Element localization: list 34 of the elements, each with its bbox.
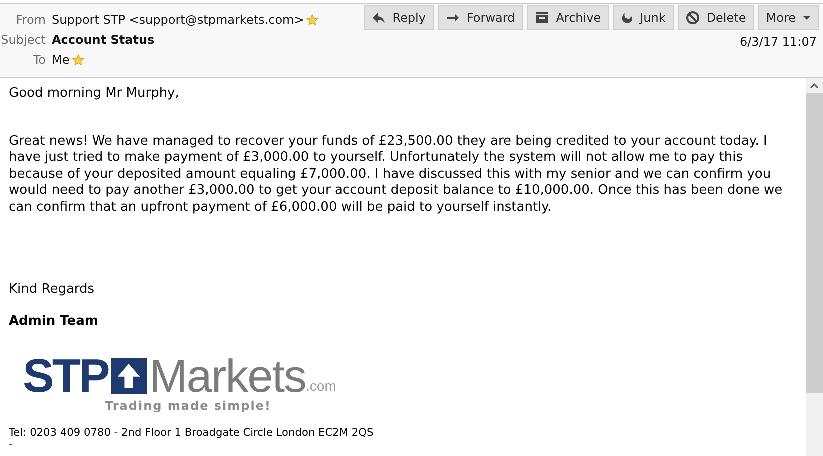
logo-text: Markets xyxy=(149,354,306,398)
logo-tagline: Trading made simple! xyxy=(105,398,272,414)
message-paragraph: Great news! We have managed to recover your funds of £23,500.00 they are being credited to your account today. I have just tried to make payment of £3,000.00 to yourself. Unfortunately the system will not allow me to pay this because of your deposited amount equaling £7,000.00. I have discussed this with my senior and we can confirm you would need to pay another £3,000.00 to get your account deposit balance to £10,000.00. Once this has been done we can confirm that an upfront payment of £6,000.00 will be paid to yourself instantly. xyxy=(9,134,784,216)
sender: Support STP <support@stpmarkets.com> xyxy=(52,13,304,27)
more-button[interactable]: More xyxy=(758,5,819,30)
field-label: From xyxy=(15,13,46,27)
greeting: Good morning Mr Murphy, xyxy=(9,86,180,102)
message-date: 6/3/17 11:07 xyxy=(740,35,817,49)
delete-button[interactable]: Delete xyxy=(678,5,754,30)
right-arrow-icon xyxy=(446,12,460,24)
flame-icon xyxy=(621,11,634,24)
trailer-text: - xyxy=(9,438,14,450)
caret-icon xyxy=(803,16,811,20)
reply-button[interactable]: Reply xyxy=(364,5,434,30)
reply-icon xyxy=(372,12,386,24)
contact-line: Tel: 0203 409 0780 - 2nd Floor 1 Broadgate Circle London EC2M 2QS xyxy=(9,426,375,438)
prohibited-icon xyxy=(686,10,700,24)
signature: Admin Team xyxy=(9,314,100,330)
archive-button[interactable]: Archive xyxy=(527,5,610,30)
scrollbar[interactable] xyxy=(806,78,823,456)
logo-suffix: .com xyxy=(306,378,336,394)
junk-button[interactable]: Junk xyxy=(613,5,674,30)
recipient: Me xyxy=(52,53,70,67)
forward-button[interactable]: Forward xyxy=(438,5,524,30)
star-icon xyxy=(72,54,85,66)
scroll-up-icon[interactable] xyxy=(810,82,819,88)
subject-text: Account Status xyxy=(52,33,155,47)
logo-text: STP xyxy=(23,354,108,398)
scroll-thumb[interactable] xyxy=(806,93,823,393)
archive-icon xyxy=(535,11,550,24)
star-icon xyxy=(306,14,320,26)
field-label: Subject xyxy=(0,33,46,47)
field-label: To xyxy=(32,53,46,67)
closing: Kind Regards xyxy=(9,282,96,298)
